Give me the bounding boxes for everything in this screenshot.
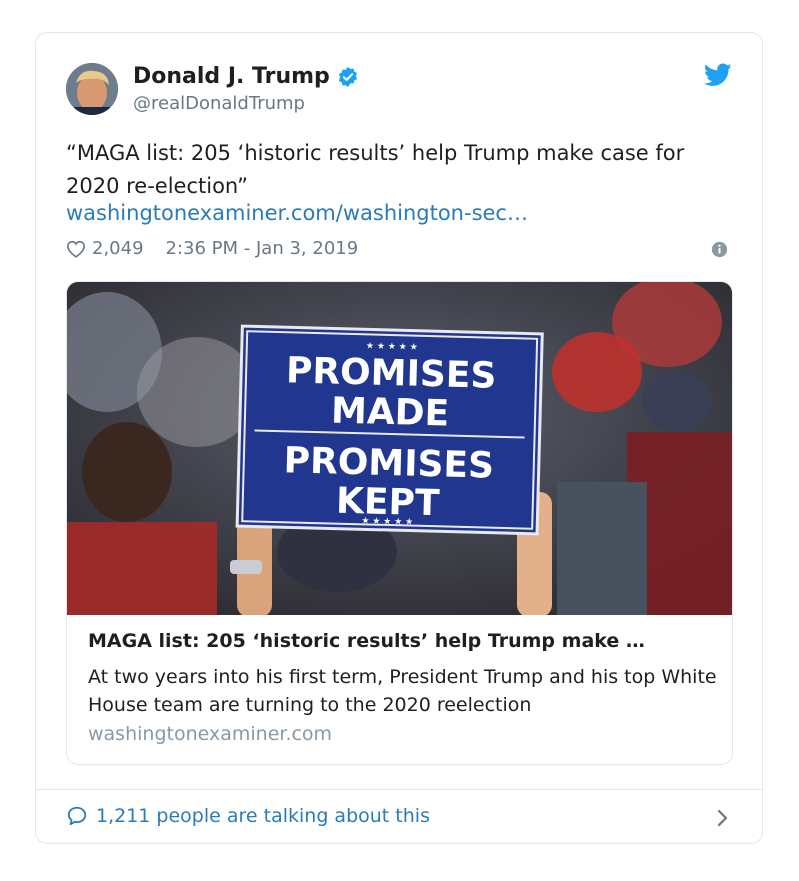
timestamp[interactable]: 2:36 PM - Jan 3, 2019	[166, 238, 359, 259]
sign-line-2: MADE	[331, 390, 450, 434]
sign-line-4: KEPT	[336, 481, 441, 525]
tweet-link[interactable]: washingtonexaminer.com/washington-sec…	[66, 201, 528, 225]
article-image: ★ ★ ★ ★ ★ ★ ★ ★ ★ ★ PROMISES MADE PROMIS…	[67, 282, 732, 615]
verified-badge-icon	[338, 66, 357, 87]
comment-icon	[67, 806, 87, 826]
talking-text[interactable]: 1,211 people are talking about this	[96, 805, 430, 827]
link-card-description: At two years into his first term, Presid…	[88, 666, 717, 716]
svg-text:★ ★ ★ ★ ★: ★ ★ ★ ★ ★	[366, 341, 418, 352]
link-card-domain: washingtonexaminer.com	[88, 723, 333, 745]
heart-icon	[66, 240, 86, 258]
author-name-text[interactable]: Donald J. Trump	[133, 64, 330, 89]
tweet-meta: 2,049 2:36 PM - Jan 3, 2019	[66, 238, 358, 259]
link-card-title[interactable]: MAGA list: 205 ‘historic results’ help T…	[88, 630, 718, 652]
tweet-text: “MAGA list: 205 ‘historic results’ help …	[66, 141, 685, 198]
link-preview-card[interactable]: ★ ★ ★ ★ ★ ★ ★ ★ ★ ★ PROMISES MADE PROMIS…	[66, 281, 733, 765]
avatar[interactable]	[66, 63, 118, 115]
twitter-bird-icon[interactable]	[704, 63, 732, 87]
info-icon[interactable]	[711, 241, 728, 258]
tweet-card: Donald J. Trump @realDonaldTrump “MAGA l…	[35, 32, 763, 844]
sign-line-3: PROMISES	[283, 440, 494, 486]
like-button[interactable]: 2,049	[66, 238, 144, 259]
sign-line-1: PROMISES	[285, 350, 496, 396]
chevron-right-icon[interactable]	[716, 808, 730, 828]
like-count: 2,049	[92, 238, 144, 259]
author-name[interactable]: Donald J. Trump	[133, 64, 359, 89]
author-handle[interactable]: @realDonaldTrump	[133, 93, 305, 114]
talking-link[interactable]: 1,211 people are talking about this	[66, 805, 430, 827]
footer-divider	[36, 789, 762, 790]
